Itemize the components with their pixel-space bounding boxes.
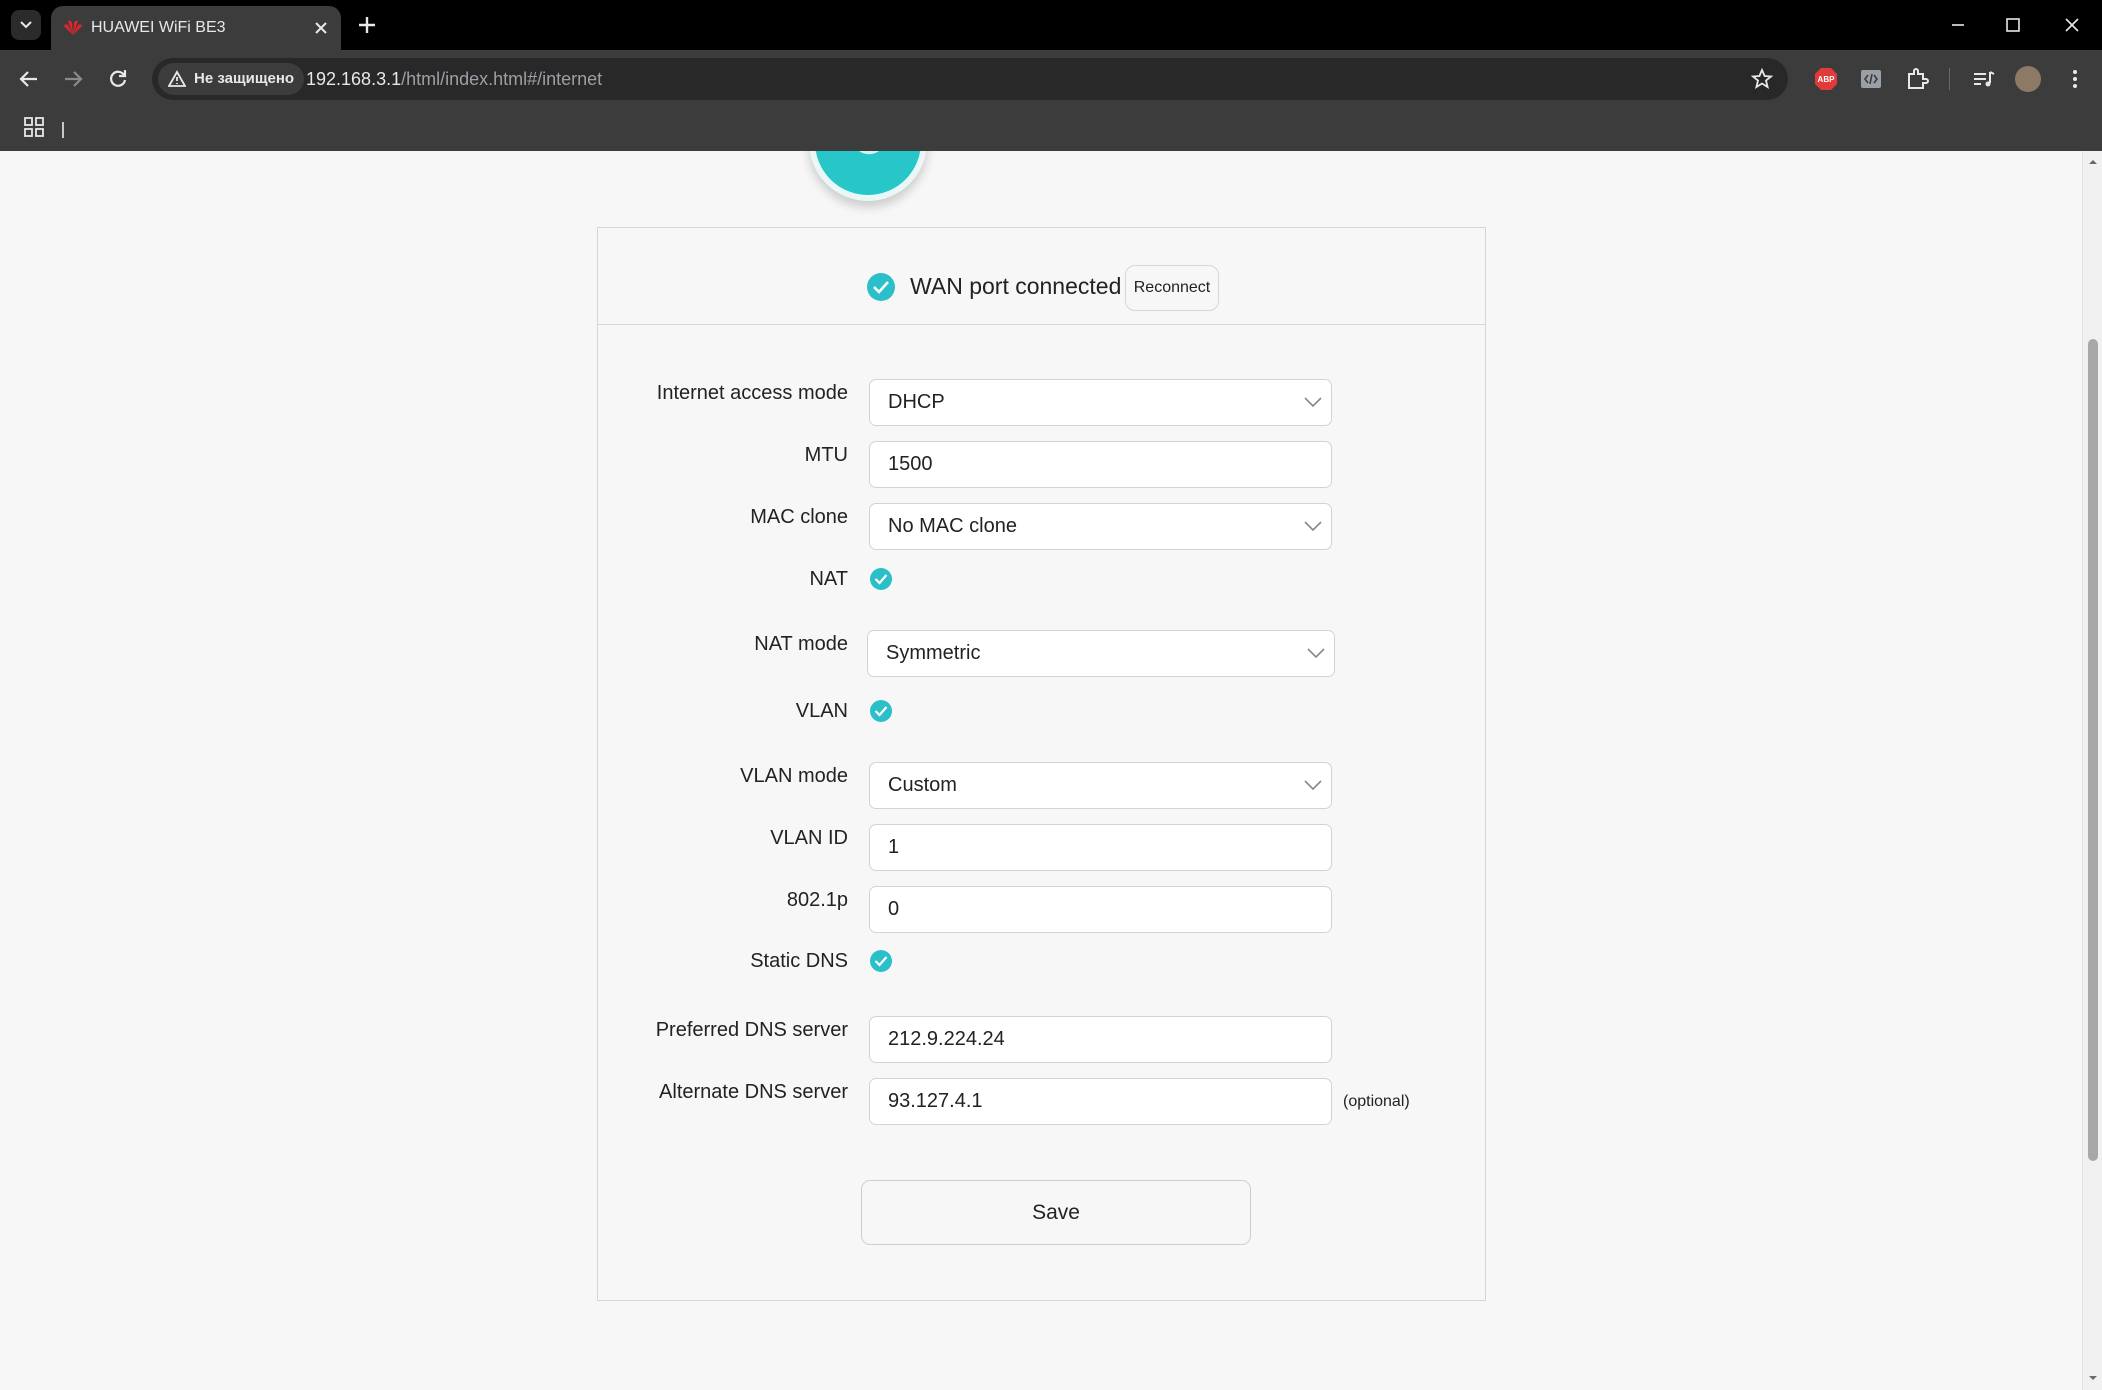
back-arrow-icon[interactable] xyxy=(14,64,44,94)
apps-grid-icon[interactable] xyxy=(21,114,49,142)
forward-arrow-icon[interactable] xyxy=(58,64,88,94)
code-extension-icon[interactable] xyxy=(1856,64,1886,94)
chevron-down-icon xyxy=(1307,648,1325,659)
p8021-value: 0 xyxy=(888,898,900,920)
browser-tab-bar: HUAWEI WiFi BE3 xyxy=(0,0,2102,50)
nat-checkbox[interactable] xyxy=(869,567,893,591)
chevron-down-icon xyxy=(20,21,32,29)
tab-title: HUAWEI WiFi BE3 xyxy=(91,19,226,36)
page-viewport: WAN port connected Reconnect Internet ac… xyxy=(0,151,2082,1390)
mac-clone-label: MAC clone xyxy=(750,506,848,528)
nat-mode-label: NAT mode xyxy=(754,633,848,655)
alternate-dns-value: 93.127.4.1 xyxy=(888,1090,983,1112)
extensions-puzzle-icon[interactable] xyxy=(1902,64,1932,94)
nat-label: NAT xyxy=(809,568,848,590)
p8021-label: 802.1p xyxy=(786,889,848,911)
mac-clone-value: No MAC clone xyxy=(888,515,1017,537)
optional-hint: (optional) xyxy=(1343,1093,1410,1110)
vlan-mode-value: Custom xyxy=(888,774,957,796)
globe-icon xyxy=(859,151,879,155)
security-chip[interactable]: Не защищено xyxy=(158,63,305,95)
plus-icon[interactable] xyxy=(354,12,380,38)
scroll-down-arrow-icon[interactable] xyxy=(2088,1373,2098,1383)
mtu-label: MTU xyxy=(804,444,848,466)
vlan-mode-select[interactable]: Custom xyxy=(869,762,1332,809)
scroll-up-arrow-icon[interactable] xyxy=(2088,157,2098,167)
mac-clone-select[interactable]: No MAC clone xyxy=(869,503,1332,550)
access-mode-select[interactable]: DHCP xyxy=(869,379,1332,426)
address-bar[interactable]: Не защищено 192.168.3.1/html/index.html#… xyxy=(152,58,1788,100)
security-label: Не защищено xyxy=(194,70,295,87)
minimize-icon[interactable] xyxy=(1943,10,1973,40)
profile-avatar[interactable] xyxy=(2015,66,2041,92)
nat-mode-select[interactable]: Symmetric xyxy=(867,630,1335,677)
chevron-down-icon xyxy=(1304,521,1322,532)
reload-icon[interactable] xyxy=(103,64,133,94)
browser-toolbar: Не защищено 192.168.3.1/html/index.html#… xyxy=(0,50,2102,108)
adblock-icon[interactable]: ABP xyxy=(1811,64,1841,94)
bookmark-separator xyxy=(62,122,64,138)
reconnect-button[interactable]: Reconnect xyxy=(1125,265,1219,311)
static-dns-checkbox[interactable] xyxy=(869,949,893,973)
access-mode-value: DHCP xyxy=(888,391,945,413)
vlan-id-label: VLAN ID xyxy=(770,827,848,849)
url-text[interactable]: 192.168.3.1/html/index.html#/internet xyxy=(306,69,602,90)
more-menu-icon[interactable] xyxy=(2060,64,2090,94)
alternate-dns-input[interactable]: 93.127.4.1 xyxy=(869,1078,1332,1125)
bookmark-star-icon[interactable] xyxy=(1750,67,1774,91)
vlan-mode-label: VLAN mode xyxy=(740,765,848,787)
warning-icon xyxy=(168,70,186,87)
vlan-id-input[interactable]: 1 xyxy=(869,824,1332,871)
huawei-logo-icon xyxy=(64,20,82,35)
nat-mode-value: Symmetric xyxy=(886,642,981,664)
window-close-icon[interactable] xyxy=(2057,10,2087,40)
wan-status-text: WAN port connected xyxy=(910,273,1122,299)
vlan-id-value: 1 xyxy=(888,836,900,858)
mtu-value: 1500 xyxy=(888,453,933,475)
chevron-down-icon xyxy=(1304,780,1322,791)
close-icon[interactable] xyxy=(311,18,331,38)
tab-search-button[interactable] xyxy=(11,10,41,40)
p8021-input[interactable]: 0 xyxy=(869,886,1332,933)
access-mode-label: Internet access mode xyxy=(656,382,848,404)
alternate-dns-label: Alternate DNS server xyxy=(659,1081,848,1103)
internet-settings-card: WAN port connected Reconnect Internet ac… xyxy=(597,227,1486,1301)
connected-check-icon xyxy=(867,273,895,301)
maximize-icon[interactable] xyxy=(1998,10,2028,40)
preferred-dns-value: 212.9.224.24 xyxy=(888,1028,1005,1050)
vlan-checkbox[interactable] xyxy=(869,699,893,723)
browser-tab[interactable]: HUAWEI WiFi BE3 xyxy=(51,6,341,50)
page-scrollbar[interactable] xyxy=(2082,151,2102,1390)
bookmarks-bar xyxy=(0,108,2102,151)
url-path: /html/index.html#/internet xyxy=(401,69,603,89)
wan-status-header: WAN port connected Reconnect xyxy=(598,228,1485,325)
save-button[interactable]: Save xyxy=(861,1180,1251,1245)
scrollbar-thumb[interactable] xyxy=(2088,339,2098,1161)
media-control-icon[interactable] xyxy=(1968,64,1998,94)
preferred-dns-label: Preferred DNS server xyxy=(655,1019,848,1041)
chevron-down-icon xyxy=(1304,397,1322,408)
preferred-dns-input[interactable]: 212.9.224.24 xyxy=(869,1016,1332,1063)
toolbar-divider xyxy=(1949,68,1950,90)
static-dns-label: Static DNS xyxy=(750,950,848,972)
url-host: 192.168.3.1 xyxy=(306,69,402,89)
internet-globe-badge xyxy=(809,151,927,201)
vlan-label: VLAN xyxy=(795,700,848,722)
mtu-input[interactable]: 1500 xyxy=(869,441,1332,488)
svg-text:ABP: ABP xyxy=(1818,75,1836,84)
